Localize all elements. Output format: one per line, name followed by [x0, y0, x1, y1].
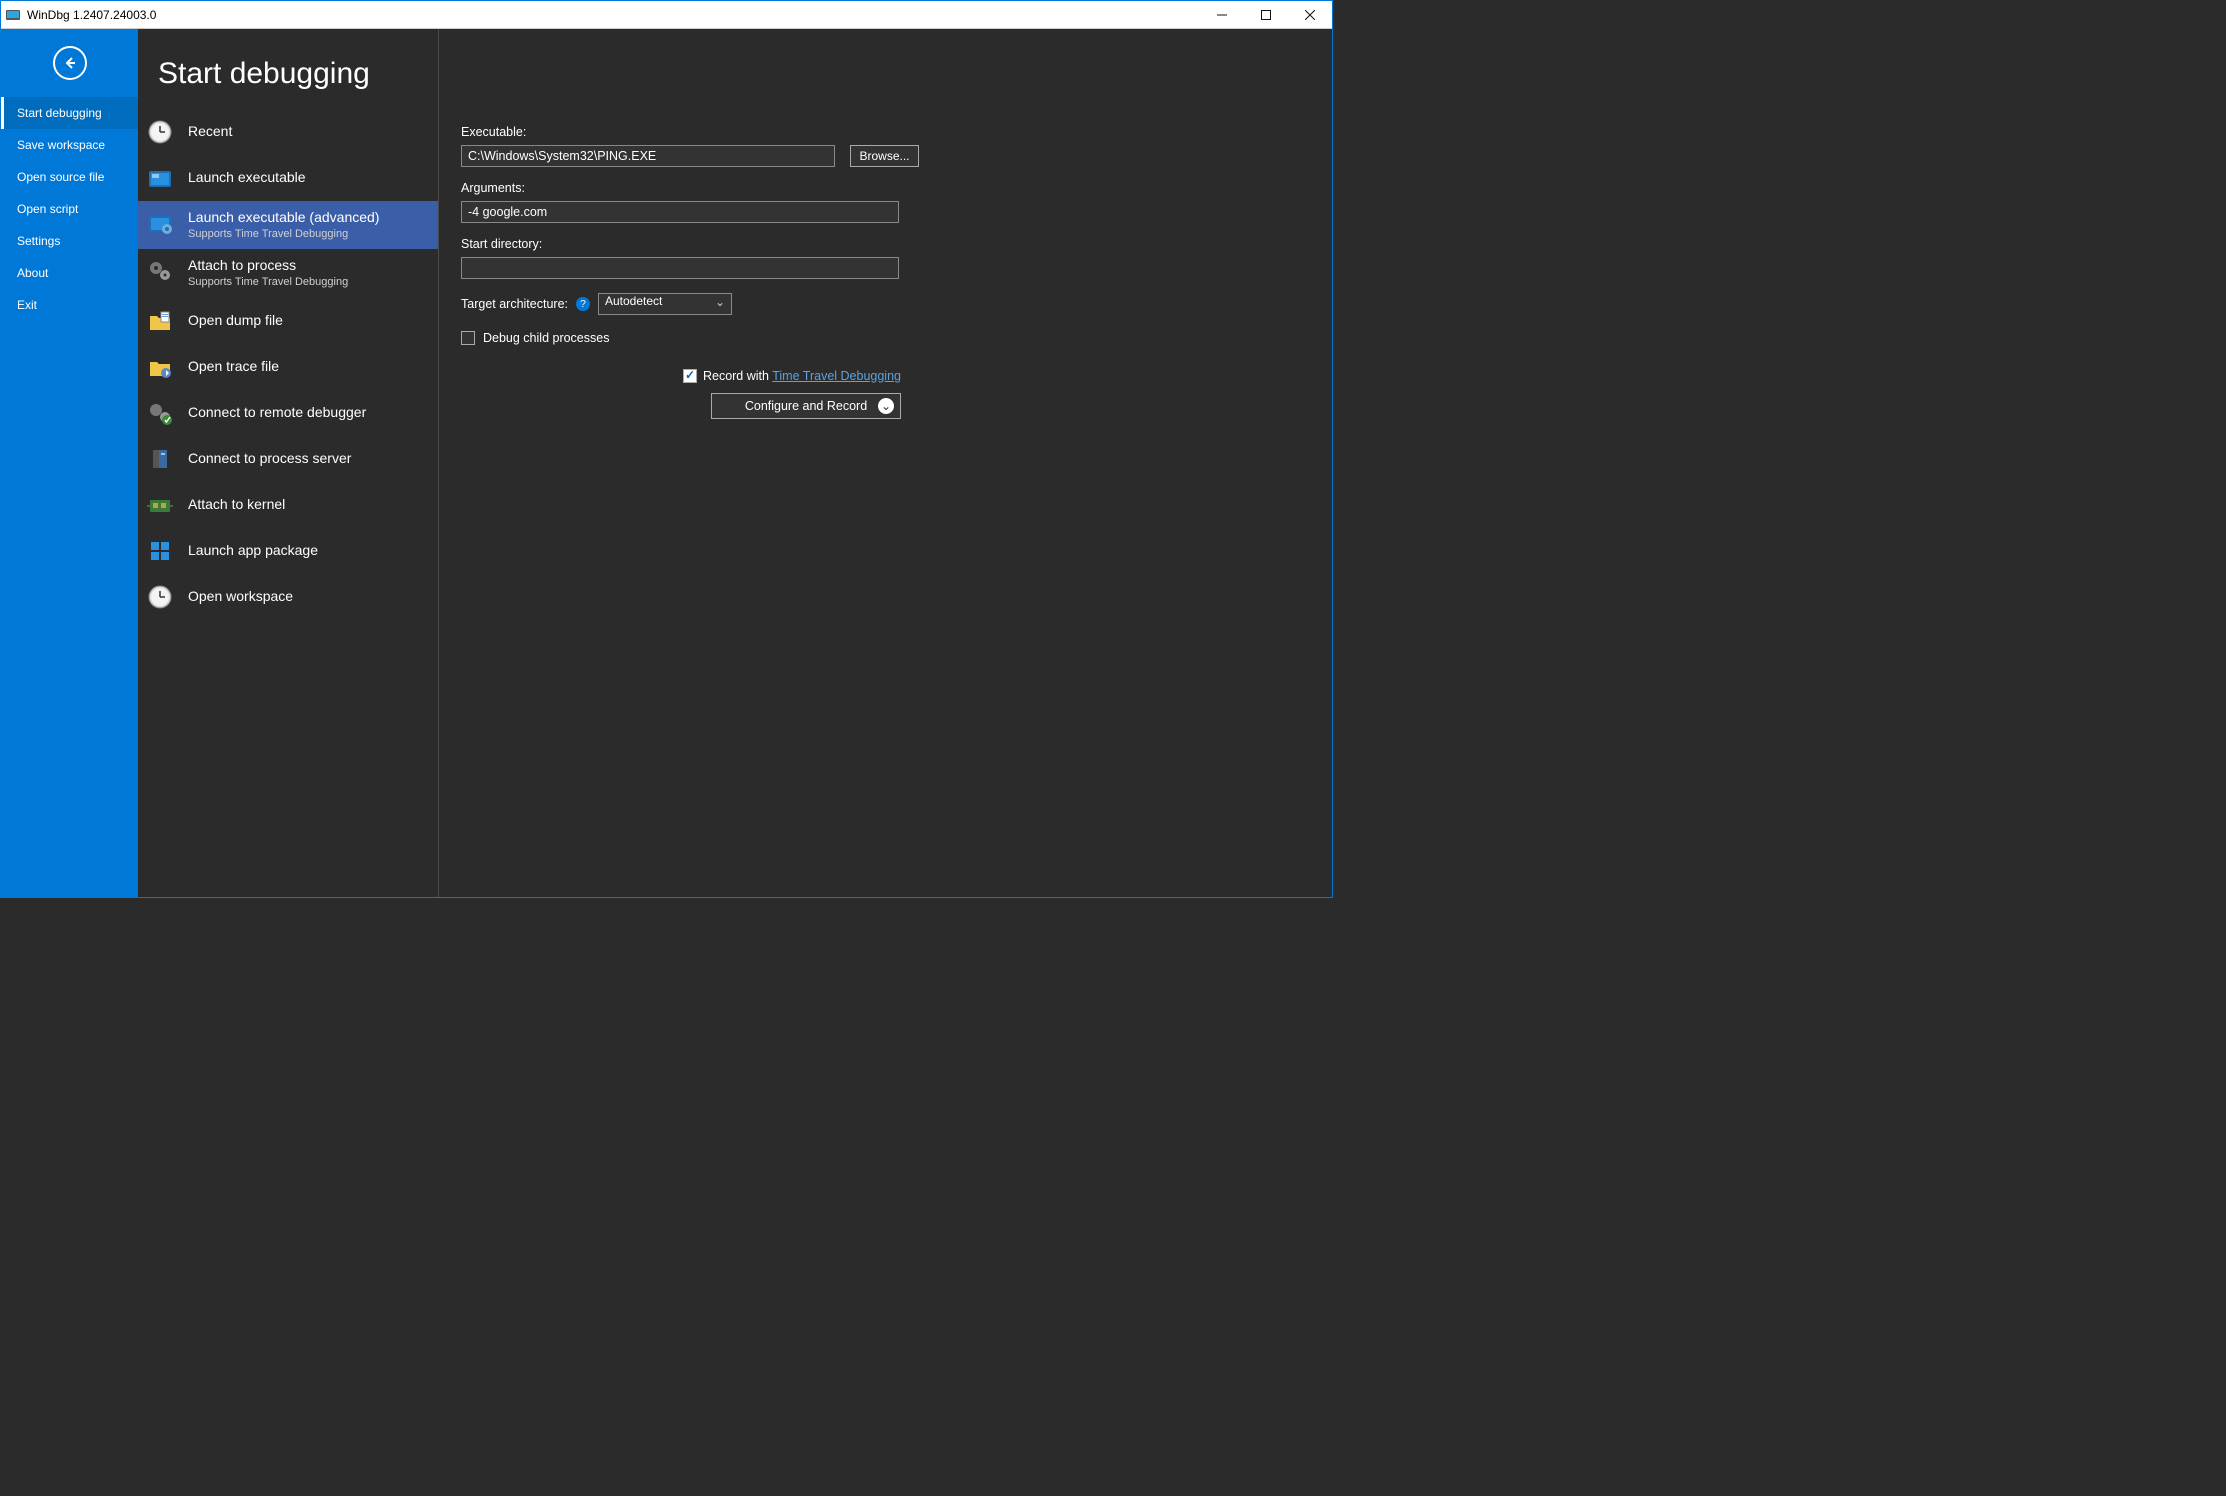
executable-label: Executable: — [461, 125, 1312, 139]
option-label: Open workspace — [188, 588, 293, 606]
sidebar-item-open-source-file[interactable]: Open source file — [1, 161, 138, 193]
executable-input[interactable] — [461, 145, 835, 167]
trace-file-icon — [146, 353, 174, 381]
option-launch-executable-advanced[interactable]: Launch executable (advanced) Supports Ti… — [138, 201, 438, 249]
option-label: Launch executable — [188, 169, 306, 187]
sidebar-item-about[interactable]: About — [1, 257, 138, 289]
option-open-dump-file[interactable]: Open dump file — [138, 298, 438, 344]
arguments-input[interactable] — [461, 201, 899, 223]
browse-button[interactable]: Browse... — [850, 145, 918, 167]
process-server-icon — [146, 445, 174, 473]
sidebar-item-open-script[interactable]: Open script — [1, 193, 138, 225]
window-title: WinDbg 1.2407.24003.0 — [27, 8, 1200, 22]
sidebar-item-label: Exit — [17, 298, 37, 312]
back-button[interactable] — [1, 29, 138, 97]
configure-button-label: Configure and Record — [745, 399, 867, 413]
arch-label: Target architecture: — [461, 297, 568, 311]
sidebar-item-label: About — [17, 266, 48, 280]
clock-icon — [146, 118, 174, 146]
sidebar-item-start-debugging[interactable]: Start debugging — [1, 97, 138, 129]
option-label: Launch executable (advanced) — [188, 209, 379, 227]
option-label: Recent — [188, 123, 232, 141]
maximize-button[interactable] — [1244, 1, 1288, 28]
app-icon — [5, 7, 21, 23]
debug-children-checkbox[interactable] — [461, 331, 475, 345]
option-recent[interactable]: Recent — [138, 109, 438, 155]
record-label-text: Record with — [703, 369, 772, 383]
option-open-trace-file[interactable]: Open trace file — [138, 344, 438, 390]
option-label: Attach to process — [188, 257, 348, 275]
form-area: Executable: Browse... Arguments: Start d… — [438, 29, 1332, 897]
option-attach-to-kernel[interactable]: Attach to kernel — [138, 482, 438, 528]
page-title: Start debugging — [138, 45, 438, 109]
sidebar-item-exit[interactable]: Exit — [1, 289, 138, 321]
close-button[interactable] — [1288, 1, 1332, 28]
startdir-input[interactable] — [461, 257, 899, 279]
option-launch-executable[interactable]: Launch executable — [138, 155, 438, 201]
record-ttd-checkbox[interactable] — [683, 369, 697, 383]
option-label: Open trace file — [188, 358, 279, 376]
sidebar-item-label: Open script — [17, 202, 78, 216]
sidebar-item-label: Settings — [17, 234, 60, 248]
help-icon[interactable]: ? — [576, 297, 590, 311]
startdir-label: Start directory: — [461, 237, 1312, 251]
option-sublabel: Supports Time Travel Debugging — [188, 228, 379, 242]
option-label: Open dump file — [188, 312, 283, 330]
option-sublabel: Supports Time Travel Debugging — [188, 276, 348, 290]
minimize-button[interactable] — [1200, 1, 1244, 28]
option-label: Attach to kernel — [188, 496, 285, 514]
gears-icon — [146, 257, 174, 285]
arch-select[interactable]: Autodetect — [598, 293, 732, 315]
option-connect-process-server[interactable]: Connect to process server — [138, 436, 438, 482]
body: Start debugging Save workspace Open sour… — [1, 29, 1332, 897]
sidebar: Start debugging Save workspace Open sour… — [1, 29, 138, 897]
sidebar-item-label: Save workspace — [17, 138, 105, 152]
back-arrow-icon — [53, 46, 87, 80]
kernel-icon — [146, 491, 174, 519]
record-label: Record with Time Travel Debugging — [703, 369, 901, 383]
window: WinDbg 1.2407.24003.0 Start debugging Sa… — [0, 0, 1333, 898]
titlebar: WinDbg 1.2407.24003.0 — [1, 1, 1332, 29]
window-controls — [1200, 1, 1332, 28]
arch-select-value: Autodetect — [605, 294, 662, 308]
workspace-clock-icon — [146, 583, 174, 611]
sidebar-item-label: Open source file — [17, 170, 104, 184]
executable-icon — [146, 164, 174, 192]
sidebar-item-settings[interactable]: Settings — [1, 225, 138, 257]
option-open-workspace[interactable]: Open workspace — [138, 574, 438, 620]
option-label: Connect to process server — [188, 450, 351, 468]
remote-debugger-icon — [146, 399, 174, 427]
app-package-icon — [146, 537, 174, 565]
option-panel: Start debugging Recent Launch executable — [138, 29, 438, 897]
chevron-down-icon[interactable]: ⌄ — [878, 398, 894, 414]
option-label: Connect to remote debugger — [188, 404, 366, 422]
option-launch-app-package[interactable]: Launch app package — [138, 528, 438, 574]
option-label: Launch app package — [188, 542, 318, 560]
ttd-link[interactable]: Time Travel Debugging — [772, 369, 901, 383]
option-attach-to-process[interactable]: Attach to process Supports Time Travel D… — [138, 249, 438, 297]
option-connect-remote-debugger[interactable]: Connect to remote debugger — [138, 390, 438, 436]
sidebar-item-save-workspace[interactable]: Save workspace — [1, 129, 138, 161]
debug-children-label: Debug child processes — [483, 331, 609, 345]
configure-and-record-button[interactable]: Configure and Record ⌄ — [711, 393, 901, 419]
dump-file-icon — [146, 307, 174, 335]
executable-advanced-icon — [146, 209, 174, 237]
sidebar-item-label: Start debugging — [17, 106, 102, 120]
arguments-label: Arguments: — [461, 181, 1312, 195]
